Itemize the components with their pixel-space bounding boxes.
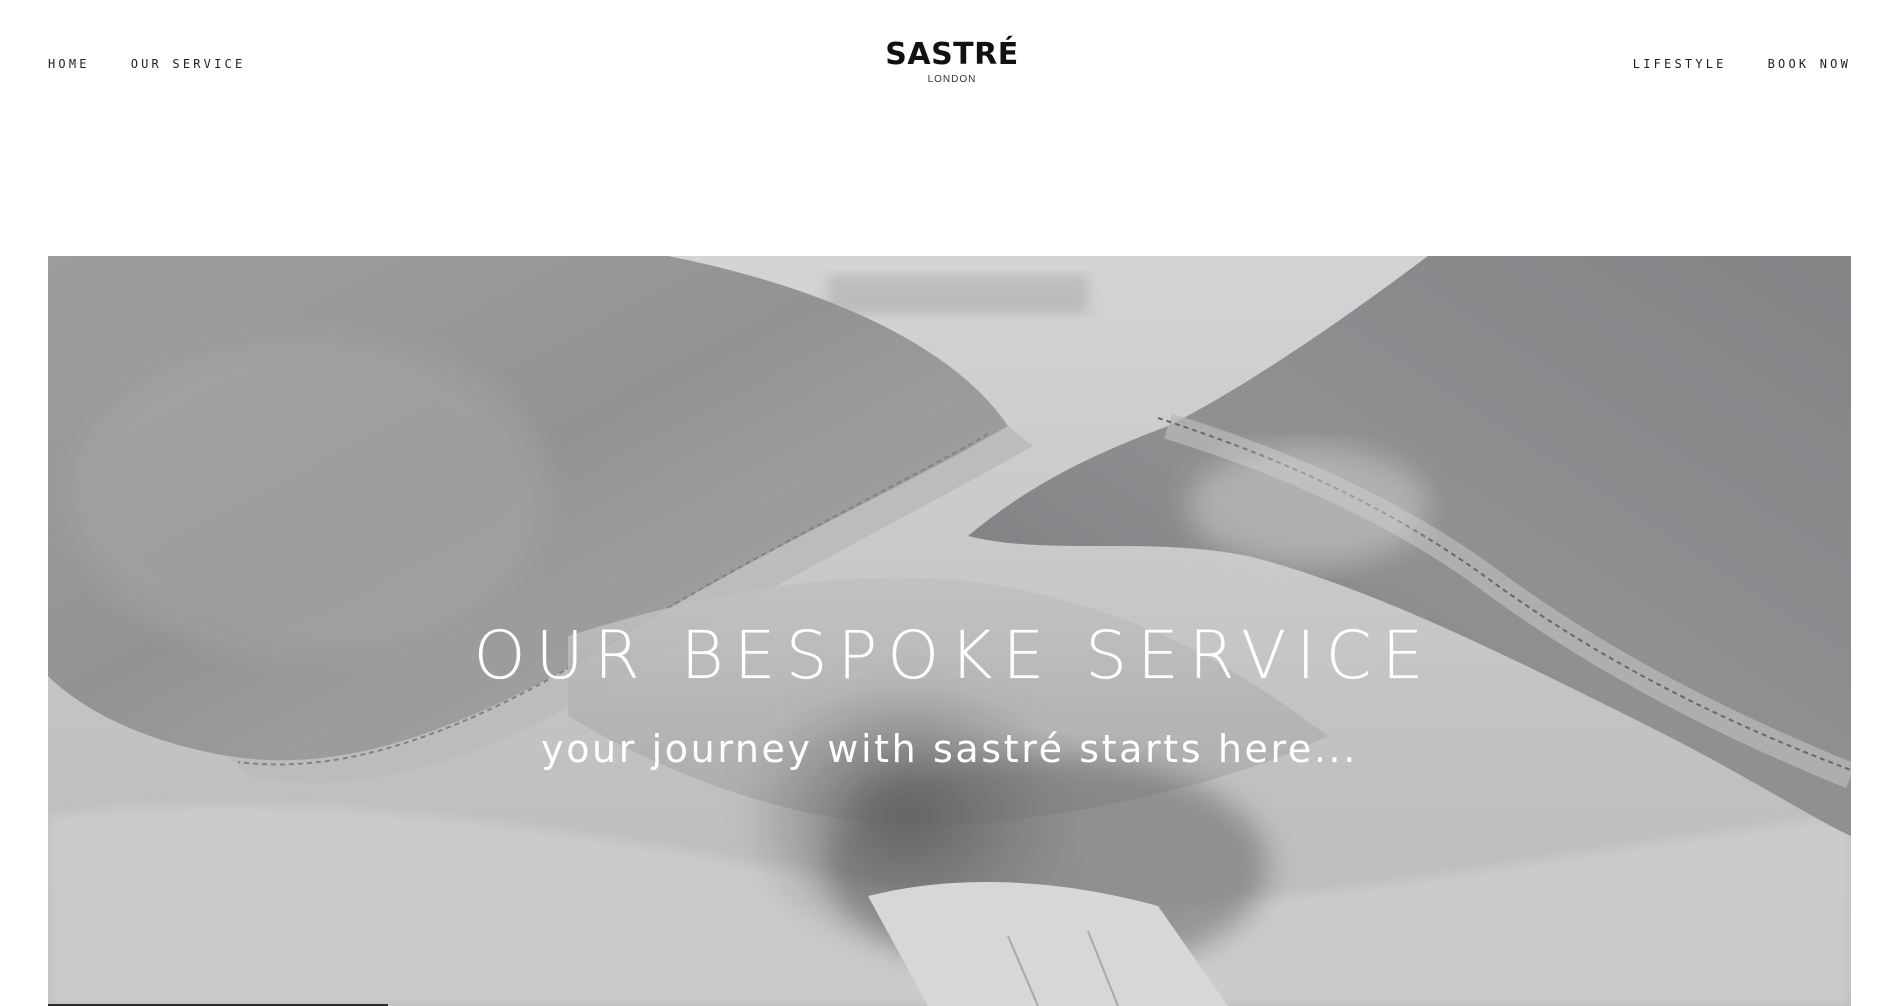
site-header: HOME OUR SERVICE SASTRÉ LONDON LIFESTYLE…	[0, 0, 1902, 130]
brand-location: LONDON	[927, 74, 977, 85]
brand-logo-link[interactable]: SASTRÉ LONDON	[885, 38, 1019, 86]
brand-name: SASTRÉ	[885, 37, 1019, 72]
nav-link-home[interactable]: HOME	[48, 57, 90, 71]
nav-link-lifestyle[interactable]: LIFESTYLE	[1633, 57, 1727, 71]
nav-link-book-now[interactable]: BOOK NOW	[1768, 57, 1851, 71]
primary-nav-right: LIFESTYLE BOOK NOW	[1633, 57, 1851, 71]
page: HOME OUR SERVICE SASTRÉ LONDON LIFESTYLE…	[0, 0, 1902, 1006]
brand-container: SASTRÉ LONDON	[0, 38, 1902, 86]
hero-subtitle: your journey with sastré starts here...	[541, 727, 1358, 771]
primary-nav-left: HOME OUR SERVICE	[48, 57, 245, 71]
hero-title: OUR BESPOKE SERVICE	[473, 617, 1434, 695]
nav-link-our-service[interactable]: OUR SERVICE	[131, 57, 246, 71]
hero-banner: OUR BESPOKE SERVICE your journey with sa…	[48, 256, 1851, 1006]
